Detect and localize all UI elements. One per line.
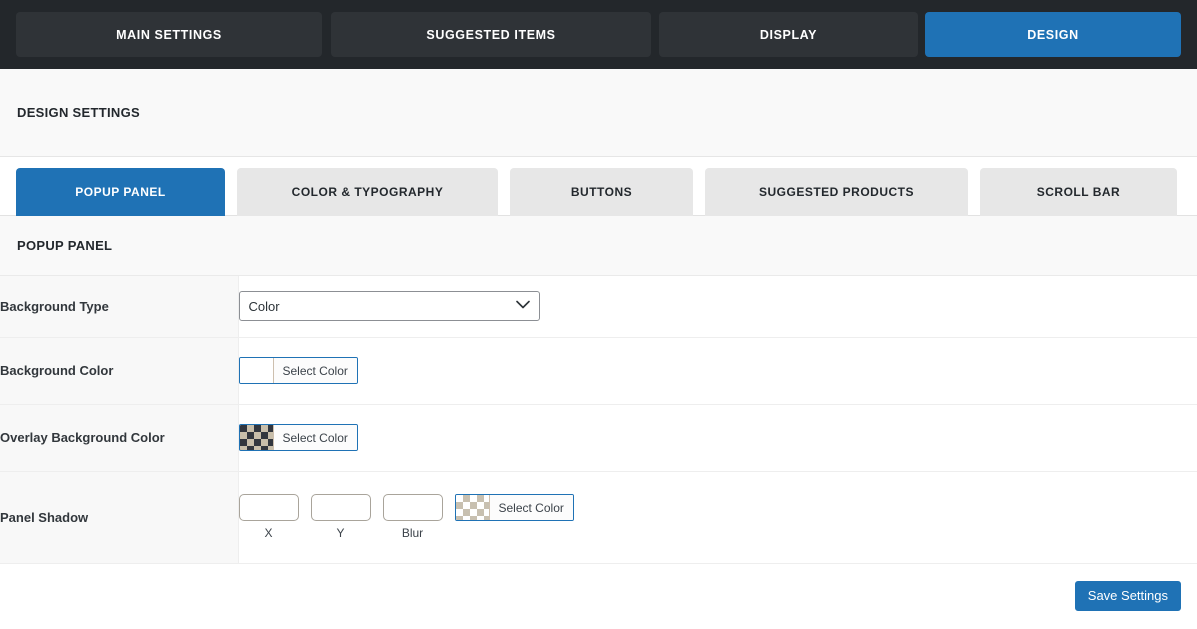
panel-shadow-color-picker-label: Select Color [489,495,573,520]
setting-label-panel-shadow: Panel Shadow [0,471,239,563]
subtab-scroll-bar[interactable]: SCROLL BAR [980,168,1177,216]
background-type-select-wrap: ColorImageGradientNone [238,291,540,322]
background-color-swatch [239,358,274,383]
setting-label-overlay-background-color: Overlay Background Color [0,404,239,471]
setting-label-background-type: Background Type [0,276,239,337]
setting-row-panel-shadow: Panel Shadow X Y Blur Select Color [0,471,1197,563]
background-type-select[interactable]: ColorImageGradientNone [238,291,540,322]
subtab-suggested-products[interactable]: SUGGESTED PRODUCTS [705,168,968,216]
setting-field-background-color: Select Color [238,337,1197,404]
page-header: DESIGN SETTINGS [0,69,1197,157]
background-color-picker-label: Select Color [273,358,357,383]
primary-tab-bar: MAIN SETTINGS SUGGESTED ITEMS DISPLAY DE… [0,0,1197,69]
tab-suggested-items[interactable]: SUGGESTED ITEMS [331,12,651,57]
setting-field-background-type: ColorImageGradientNone [238,276,1197,337]
setting-row-overlay-background-color: Overlay Background Color Select Color [0,404,1197,471]
panel-shadow-color-swatch [455,495,490,520]
panel-shadow-x-label: X [264,526,273,540]
background-color-picker-button[interactable]: Select Color [238,357,358,384]
overlay-background-color-swatch [239,425,274,450]
panel-shadow-blur-field: Blur [382,494,443,540]
overlay-background-color-picker-label: Select Color [273,425,357,450]
settings-table: Background Type ColorImageGradientNone B… [0,276,1197,564]
tab-design-label: DESIGN [1027,27,1079,42]
tab-main-settings[interactable]: MAIN SETTINGS [16,12,322,57]
tab-main-settings-label: MAIN SETTINGS [116,27,222,42]
page-title: DESIGN SETTINGS [17,105,140,120]
subtab-suggested-products-label: SUGGESTED PRODUCTS [758,185,914,199]
subtab-buttons-label: BUTTONS [570,185,633,199]
panel-shadow-x-field: X [238,494,299,540]
tab-display-label: DISPLAY [759,27,818,42]
panel-shadow-x-input[interactable] [238,494,299,521]
tab-suggested-items-label: SUGGESTED ITEMS [426,27,556,42]
setting-row-background-color: Background Color Select Color [0,337,1197,404]
section-title: POPUP PANEL [17,238,113,253]
subtab-popup-panel-label: POPUP PANEL [75,185,166,199]
subtab-popup-panel[interactable]: POPUP PANEL [16,168,225,216]
setting-row-background-type: Background Type ColorImageGradientNone [0,276,1197,337]
subtab-color-typography-label: COLOR & TYPOGRAPHY [291,185,444,199]
panel-shadow-controls: X Y Blur Select Color [238,494,1197,540]
tab-display[interactable]: DISPLAY [659,12,918,57]
subtab-color-typography[interactable]: COLOR & TYPOGRAPHY [237,168,498,216]
panel-shadow-color-wrap: Select Color [454,494,574,521]
overlay-background-color-picker-button[interactable]: Select Color [238,424,358,451]
panel-shadow-y-field: Y [310,494,371,540]
panel-shadow-y-label: Y [336,526,345,540]
setting-label-background-color: Background Color [0,337,239,404]
subtab-scroll-bar-label: SCROLL BAR [1036,185,1121,199]
panel-shadow-blur-label: Blur [401,526,424,540]
setting-field-overlay-background-color: Select Color [238,404,1197,471]
panel-shadow-y-input[interactable] [310,494,371,521]
footer-bar: Save Settings [0,563,1197,617]
panel-shadow-blur-input[interactable] [382,494,443,521]
design-sub-tab-bar: POPUP PANEL COLOR & TYPOGRAPHY BUTTONS S… [0,157,1197,216]
save-settings-button[interactable]: Save Settings [1074,580,1181,611]
setting-field-panel-shadow: X Y Blur Select Color [238,471,1197,563]
tab-design[interactable]: DESIGN [925,12,1181,57]
section-header: POPUP PANEL [0,216,1197,276]
panel-shadow-color-picker-button[interactable]: Select Color [454,494,574,521]
subtab-buttons[interactable]: BUTTONS [510,168,693,216]
